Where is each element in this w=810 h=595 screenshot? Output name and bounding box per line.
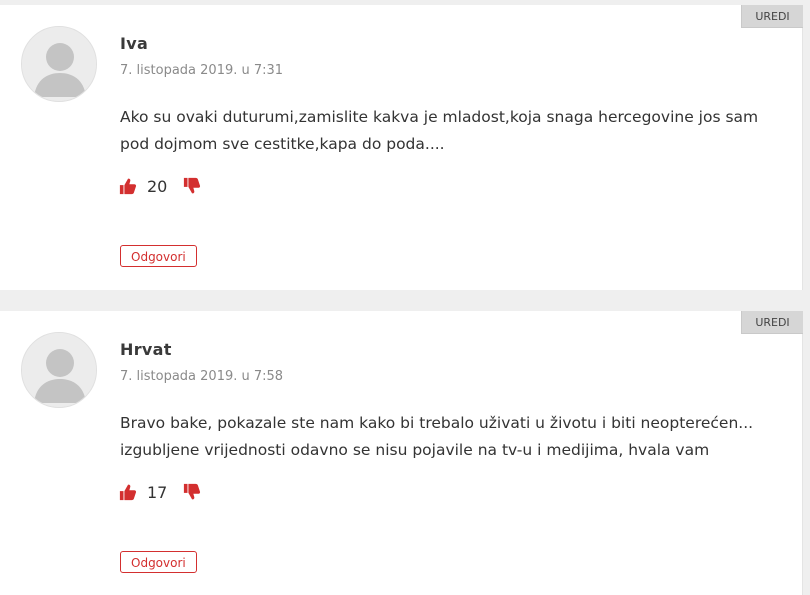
comment-date[interactable]: 7. listopada 2019. u 7:31 [120,63,283,78]
edit-button[interactable]: UREDI [741,311,803,334]
comment-card: UREDI Iva 7. listopada 2019. u 7:31 Ako … [0,5,803,290]
avatar [21,26,97,102]
like-count: 17 [147,482,168,502]
vote-bar: 17 [119,482,201,502]
default-avatar-icon [22,27,96,101]
default-avatar-icon [22,333,96,407]
comment-card: UREDI Hrvat 7. listopada 2019. u 7:58 Br… [0,311,803,595]
comment-author: Hrvat [120,340,172,359]
comment-text: Ako su ovaki duturumi,zamislite kakva je… [120,108,759,153]
like-count: 20 [147,176,168,196]
reply-button[interactable]: Odgovori [120,245,197,267]
comment-author: Iva [120,34,149,53]
comment-text: Bravo bake, pokazale ste nam kako bi tre… [120,414,754,459]
thumbs-up-icon[interactable] [119,177,137,195]
thumbs-down-icon[interactable] [183,483,201,501]
thumbs-down-icon[interactable] [183,177,201,195]
reply-button[interactable]: Odgovori [120,551,197,573]
comment-date[interactable]: 7. listopada 2019. u 7:58 [120,369,283,384]
thumbs-up-icon[interactable] [119,483,137,501]
avatar [21,332,97,408]
edit-button[interactable]: UREDI [741,5,803,28]
vote-bar: 20 [119,176,201,196]
